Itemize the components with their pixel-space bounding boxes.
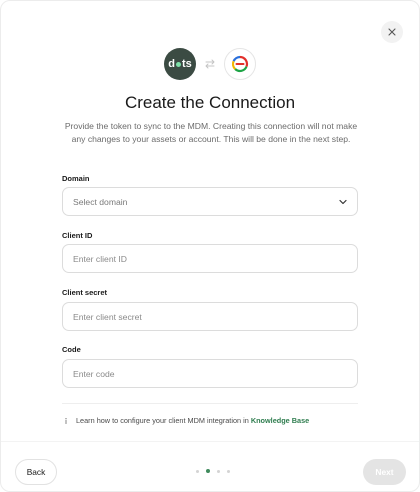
close-icon [388, 28, 396, 36]
client-id-label: Client ID [62, 231, 93, 240]
knowledge-base-link[interactable]: Knowledge Base [251, 416, 309, 425]
back-button[interactable]: Back [15, 459, 57, 485]
dialog-description: Provide the token to sync to the MDM. Cr… [64, 121, 358, 144]
dots-logo: d ts [164, 48, 196, 80]
info-icon [65, 417, 67, 424]
domain-label: Domain [62, 174, 90, 183]
connection-logos: d ts [1, 48, 419, 80]
knowledge-base-hint: Learn how to configure your client MDM i… [62, 416, 309, 425]
footer-divider [1, 441, 419, 442]
client-secret-input[interactable] [62, 302, 358, 331]
next-button[interactable]: Next [363, 459, 406, 485]
step-indicator [196, 469, 230, 473]
dialog-title: Create the Connection [124, 93, 296, 112]
knowledge-base-text: Learn how to configure your client MDM i… [76, 416, 310, 425]
step-dot-current [206, 469, 210, 473]
connection-dialog: d ts Create the Connection Provide the to… [0, 0, 420, 492]
domain-select-value: Select domain [73, 196, 128, 207]
code-input[interactable] [62, 359, 358, 388]
code-label: Code [62, 345, 81, 354]
swap-arrows-icon [202, 56, 218, 72]
step-dot [217, 469, 220, 473]
close-button[interactable] [381, 21, 403, 43]
step-dot [196, 469, 199, 473]
client-secret-label: Client secret [62, 288, 108, 297]
form-divider [62, 403, 358, 404]
mdm-provider-logo [224, 48, 256, 80]
domain-select[interactable]: Select domain [62, 187, 358, 216]
step-dot [227, 469, 230, 473]
chevron-down-icon [339, 199, 347, 204]
client-id-input[interactable] [62, 244, 358, 273]
